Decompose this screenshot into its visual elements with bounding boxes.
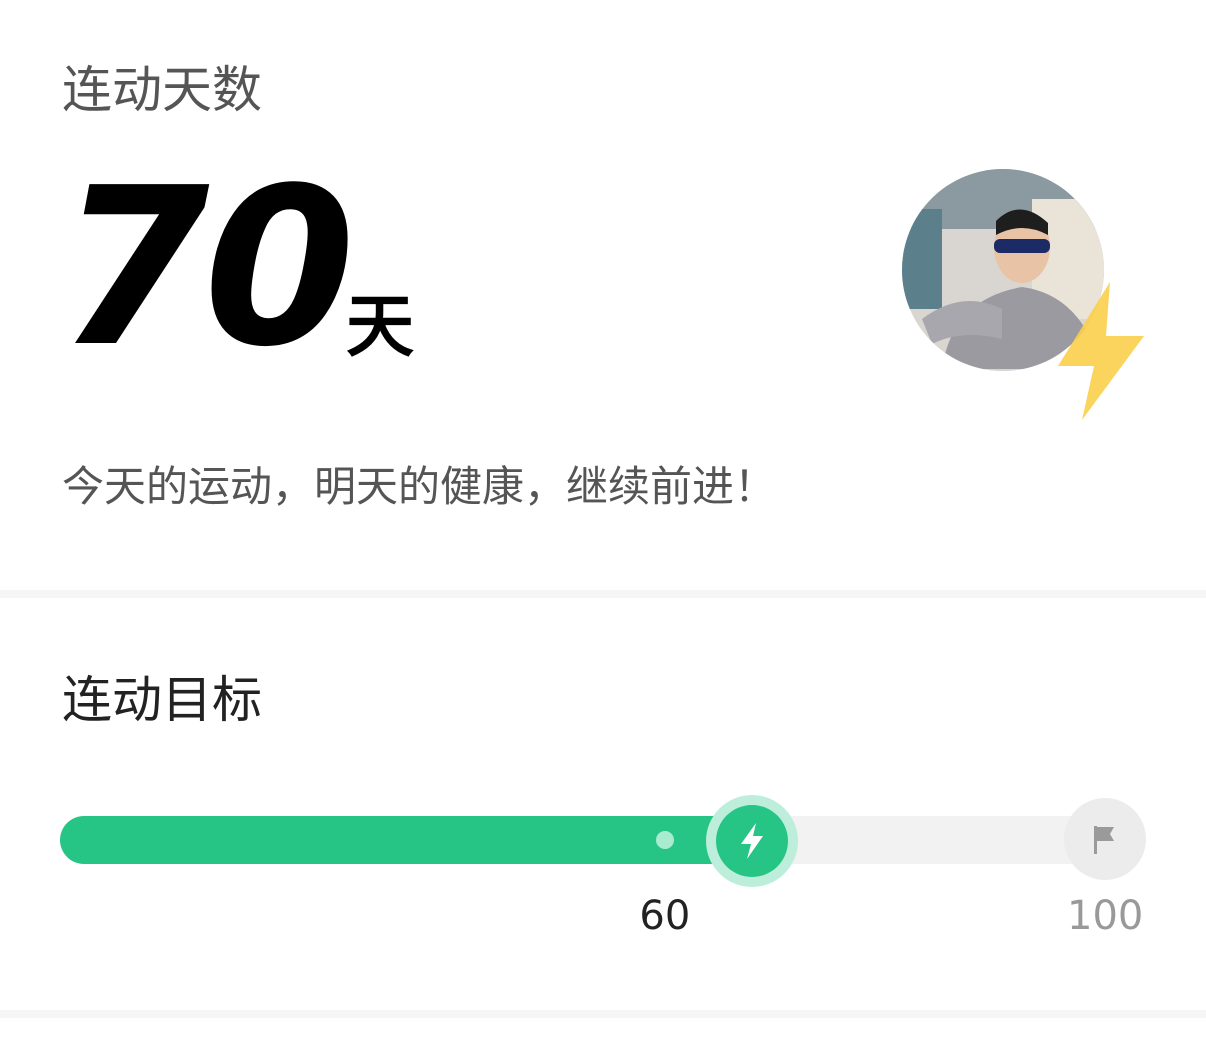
- bottom-divider: [0, 1010, 1206, 1018]
- motto-text: 今天的运动，明天的健康，继续前进！: [62, 462, 777, 511]
- current-progress-knob-inner: [715, 805, 788, 877]
- lightning-badge-icon: [1058, 282, 1144, 420]
- section-divider: [0, 590, 1206, 598]
- streak-days-count: 70: [58, 142, 355, 395]
- goal-title: 连动目标: [62, 671, 262, 729]
- lightning-bolt-icon: [740, 823, 763, 859]
- streak-title: 连动天数: [62, 61, 262, 119]
- goal-label: 100: [1067, 893, 1144, 939]
- milestone-label: 60: [639, 893, 691, 939]
- streak-card: 连动天数 70 天 今天的运动，明天的健康，继续前进！: [0, 0, 1206, 590]
- streak-page: 连动天数 70 天 今天的运动，明天的健康，继续前进！ 连动目标 60 100: [0, 0, 1206, 1047]
- goal-flag-marker[interactable]: [1064, 798, 1146, 880]
- current-progress-knob[interactable]: [705, 795, 798, 887]
- flag-icon: [1094, 826, 1114, 854]
- streak-days-unit: 天: [346, 288, 415, 367]
